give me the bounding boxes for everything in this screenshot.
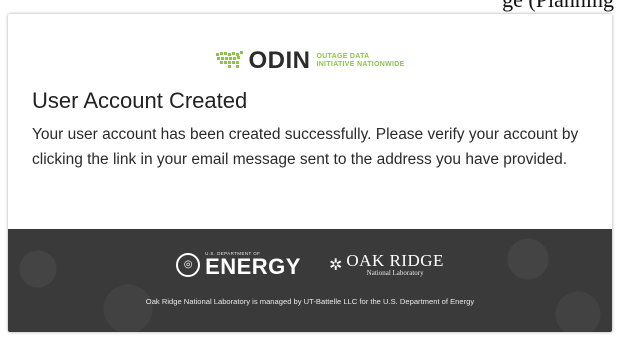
doe-logo[interactable]: ◎ U.S. DEPARTMENT OF ENERGY <box>176 251 301 278</box>
ornl-logo-sub: National Laboratory <box>366 268 424 277</box>
us-map-icon <box>215 50 245 73</box>
ornl-logo[interactable]: ✲ OAK RIDGE National Laboratory <box>329 252 444 278</box>
doe-logo-word: ENERGY <box>205 254 301 279</box>
confirmation-message: Your user account has been created succe… <box>32 126 579 168</box>
partner-logos: ◎ U.S. DEPARTMENT OF ENERGY ✲ OAK RIDGE … <box>8 251 612 278</box>
management-statement: Oak Ridge National Laboratory is managed… <box>145 297 475 306</box>
ornl-logo-name: OAK RIDGE <box>346 250 444 270</box>
background-text: ge (Planning <box>502 0 614 13</box>
ornl-leaf-icon: ✲ <box>328 256 343 274</box>
logo-wordmark: ODIN <box>248 47 311 74</box>
page-title: User Account Created <box>32 88 248 113</box>
logo-tagline-line1: OUTAGE DATA <box>316 53 370 60</box>
background-page-fragment: ge (Planning <box>0 0 620 14</box>
confirmation-card: ODIN OUTAGE DATA INITIATIVE NATIONWIDE U… <box>8 14 612 332</box>
footer: ◎ U.S. DEPARTMENT OF ENERGY ✲ OAK RIDGE … <box>8 229 612 332</box>
odin-logo: ODIN OUTAGE DATA INITIATIVE NATIONWIDE <box>8 46 612 76</box>
logo-tagline-line2: INITIATIVE NATIONWIDE <box>316 61 405 68</box>
logo-tagline: OUTAGE DATA INITIATIVE NATIONWIDE <box>316 53 404 69</box>
doe-seal-icon: ◎ <box>176 252 201 277</box>
